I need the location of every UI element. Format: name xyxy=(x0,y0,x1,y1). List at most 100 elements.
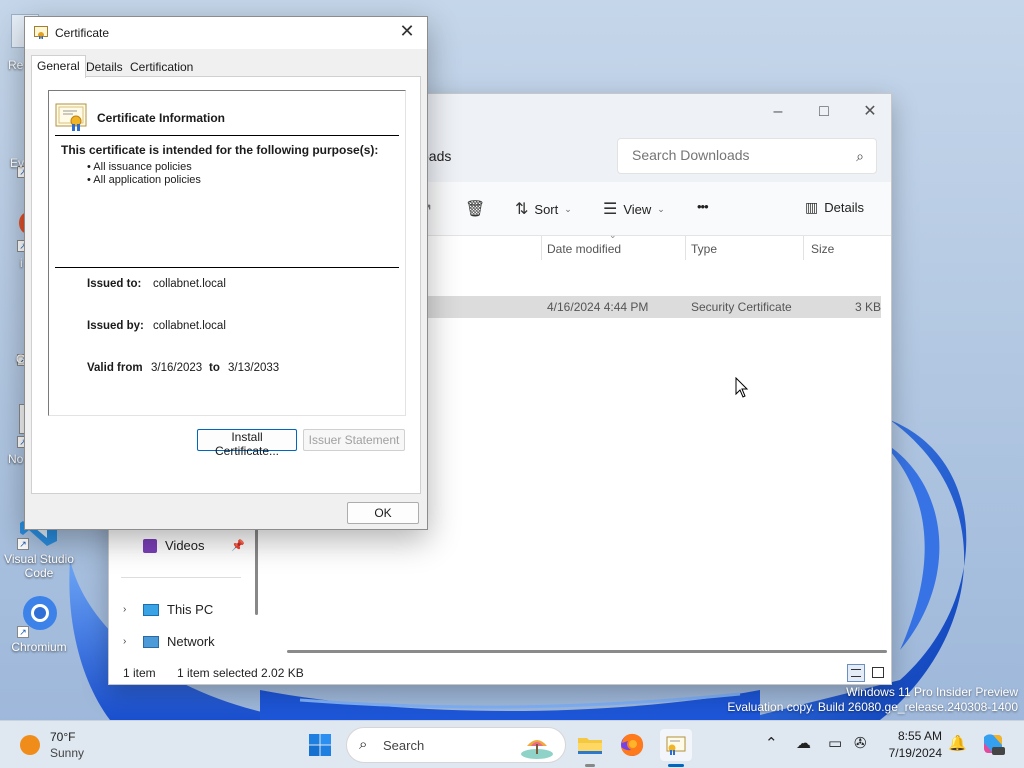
close-icon[interactable]: ✕ xyxy=(395,21,419,42)
column-separator[interactable] xyxy=(803,236,804,260)
purpose-item: • All issuance policies xyxy=(87,161,192,173)
valid-from-label: Valid from xyxy=(87,362,143,374)
info-heading: Certificate Information xyxy=(97,111,226,125)
nav-label: This PC xyxy=(167,602,214,617)
desktop-icon-label: Chromium xyxy=(11,640,67,654)
issuer-statement-button[interactable]: Issuer Statement xyxy=(303,429,405,451)
taskbar: 70°F Sunny ⌕ Search ⌃ ☁ ▭ ✇ 8:55 AM 7/19… xyxy=(0,720,1024,768)
mouse-cursor-icon xyxy=(735,377,749,398)
ok-button[interactable]: OK xyxy=(347,502,419,524)
file-row-certificate[interactable]: 4/16/2024 4:44 PM Security Certificate 3… xyxy=(419,296,881,318)
minimize-button[interactable]: – xyxy=(755,98,801,126)
install-certificate-button[interactable]: Install Certificate... xyxy=(197,429,297,458)
certificate-icon xyxy=(666,736,686,755)
selection-info: 1 item selected 2.02 KB xyxy=(177,666,304,680)
chevron-right-icon: › xyxy=(123,636,127,647)
nav-item-network[interactable]: › Network xyxy=(123,634,215,649)
dialog-titlebar[interactable]: Certificate ✕ xyxy=(25,17,427,49)
more-icon: ••• xyxy=(697,199,709,214)
column-separator[interactable] xyxy=(541,236,542,260)
taskbar-file-explorer[interactable] xyxy=(574,729,606,767)
clock-time: 8:55 AM xyxy=(897,729,942,743)
view-label: View xyxy=(623,201,652,217)
details-label: Details xyxy=(824,200,864,215)
cloud-offline-icon[interactable]: ☁ xyxy=(796,734,811,752)
network-icon xyxy=(143,635,159,648)
this-pc-icon xyxy=(143,603,159,616)
search-icon: ⌕ xyxy=(359,736,368,753)
view-icon: ☰ xyxy=(603,201,618,218)
windows-logo-icon xyxy=(309,734,331,756)
folder-icon xyxy=(578,738,602,754)
running-indicator xyxy=(585,764,595,767)
copilot-icon[interactable] xyxy=(980,731,1006,757)
network-status-icon[interactable]: ✇ xyxy=(854,734,867,752)
desktop-icon-chromium[interactable]: ↗ Chromium xyxy=(0,594,78,654)
general-tab-panel: Certificate Information This certificate… xyxy=(31,76,421,494)
tab-general[interactable]: General xyxy=(31,55,86,78)
weather-desc: Sunny xyxy=(50,746,85,760)
certificate-info-box: Certificate Information This certificate… xyxy=(48,90,406,416)
maximize-button[interactable]: □ xyxy=(801,98,847,126)
chevron-down-icon: ⌄ xyxy=(564,203,572,214)
chevron-up-icon[interactable]: ⌃ xyxy=(765,734,778,752)
column-header-size[interactable]: Size xyxy=(811,242,834,256)
column-header-type[interactable]: Type xyxy=(691,242,717,256)
issued-to-label: Issued to: xyxy=(87,278,142,290)
firefox-icon xyxy=(621,733,644,756)
desktop-icon-label: i xyxy=(20,256,23,270)
tiles-view-icon xyxy=(872,667,884,678)
nav-item-this-pc[interactable]: › This PC xyxy=(123,602,213,617)
valid-to-value: 3/13/2033 xyxy=(228,362,280,374)
nav-divider xyxy=(121,577,241,578)
nav-scrollbar[interactable] xyxy=(255,529,258,615)
certificate-large-icon xyxy=(55,103,89,131)
active-indicator xyxy=(668,764,684,767)
status-bar: 1 item 1 item selected 2.02 KB xyxy=(109,660,891,686)
file-type: Security Certificate xyxy=(691,300,792,314)
taskbar-search[interactable]: ⌕ Search xyxy=(346,727,566,763)
divider xyxy=(55,267,399,268)
dialog-title: Certificate xyxy=(55,26,110,40)
taskbar-firefox[interactable] xyxy=(616,729,648,761)
tab-details[interactable]: Details xyxy=(81,57,128,77)
desktop-icon-label: Visual Studio Code xyxy=(4,552,74,580)
purpose-item: • All application policies xyxy=(87,174,201,186)
search-box[interactable]: ⌕ xyxy=(617,138,877,174)
start-button[interactable] xyxy=(308,733,332,757)
display-icon[interactable]: ▭ xyxy=(828,734,842,752)
sort-label: Sort xyxy=(534,201,559,217)
notification-bell-icon[interactable]: 🔔 xyxy=(948,734,967,752)
list-view-icon xyxy=(851,669,861,677)
view-button[interactable]: ☰ View ⌄ xyxy=(603,199,665,219)
item-count: 1 item xyxy=(123,666,156,680)
details-pane-icon: ▥ xyxy=(805,199,819,215)
column-header-date[interactable]: Date modified xyxy=(547,242,621,256)
sort-button[interactable]: ⇅ Sort ⌄ xyxy=(515,199,572,219)
chevron-right-icon: › xyxy=(123,604,127,615)
divider xyxy=(55,135,399,136)
more-button[interactable]: ••• xyxy=(697,199,709,214)
desktop-icon-label: Re xyxy=(8,58,24,72)
details-view-toggle[interactable] xyxy=(847,664,865,682)
issued-by-value: collabnet.local xyxy=(153,320,226,332)
issued-by-label: Issued by: xyxy=(87,320,144,332)
horizontal-scrollbar[interactable] xyxy=(287,650,887,653)
nav-item-videos[interactable]: Videos 📌 xyxy=(143,538,245,553)
column-separator[interactable] xyxy=(685,236,686,260)
valid-from-value: 3/16/2023 xyxy=(151,362,203,374)
nav-label: Videos xyxy=(165,538,205,553)
taskbar-certificate[interactable] xyxy=(660,729,692,767)
delete-button[interactable]: 🗑 xyxy=(465,199,485,219)
tab-certification-path[interactable]: Certification Path xyxy=(125,57,198,88)
search-input[interactable] xyxy=(632,147,832,163)
sun-icon xyxy=(20,735,40,755)
weather-temp: 70°F xyxy=(50,730,76,744)
close-button[interactable]: ✕ xyxy=(847,98,893,126)
valid-to-label: to xyxy=(209,362,220,374)
clock-date: 7/19/2024 xyxy=(888,746,942,760)
tiles-view-toggle[interactable] xyxy=(869,664,887,682)
clock[interactable]: 8:55 AM 7/19/2024 xyxy=(880,728,942,762)
search-icon: ⌕ xyxy=(856,148,864,164)
details-pane-button[interactable]: ▥ Details xyxy=(805,199,864,216)
